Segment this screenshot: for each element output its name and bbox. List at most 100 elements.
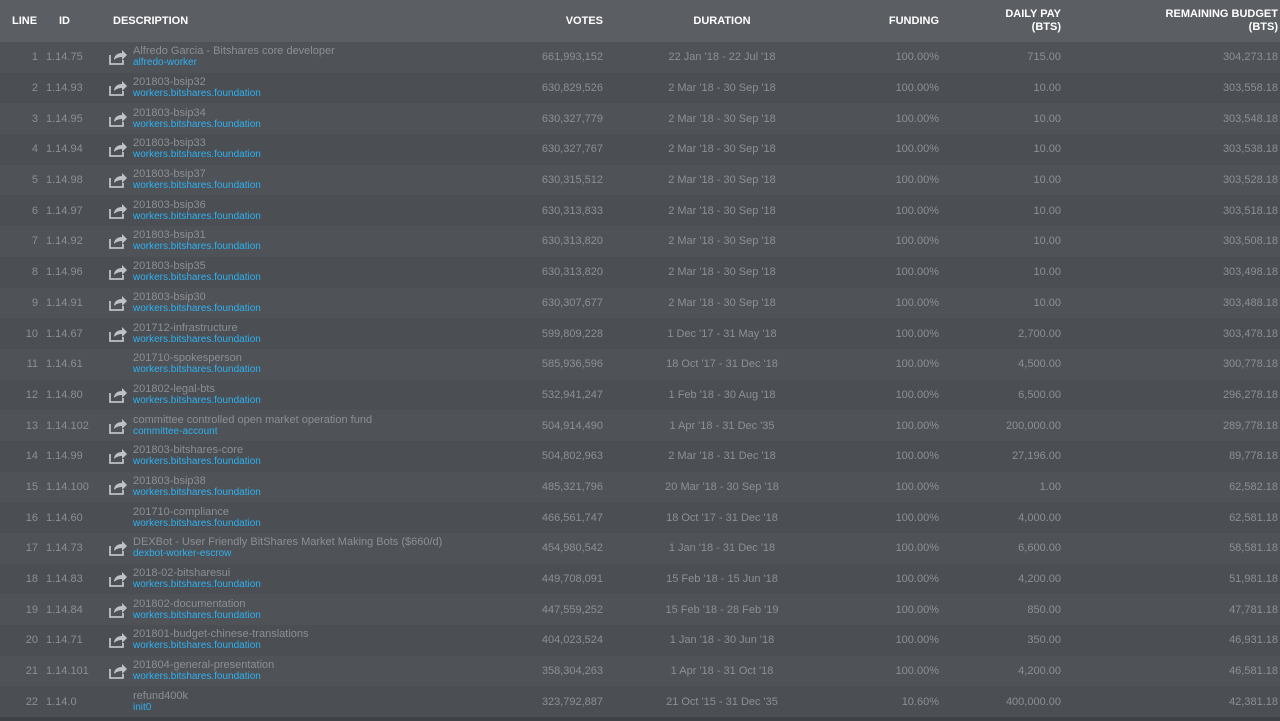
- worker-account-link[interactable]: workers.bitshares.foundation: [133, 487, 261, 498]
- row-line: 1: [31, 51, 38, 64]
- row-line: 19: [25, 603, 38, 616]
- row-remaining-budget: 51,981.18: [1229, 573, 1278, 586]
- row-daily-pay: 10.00: [1033, 82, 1061, 95]
- share-icon[interactable]: [107, 110, 129, 128]
- share-icon[interactable]: [107, 294, 129, 312]
- share-icon[interactable]: [107, 447, 129, 465]
- row-line: 2: [31, 82, 38, 95]
- row-line: 17: [25, 542, 38, 555]
- share-icon[interactable]: [107, 539, 129, 557]
- row-daily-pay: 4,500.00: [1018, 358, 1061, 371]
- row-funding: 100.00%: [895, 634, 939, 647]
- worker-account-link[interactable]: workers.bitshares.foundation: [133, 334, 261, 345]
- row-id: 1.14.101: [46, 665, 89, 678]
- row-line: 22: [25, 695, 38, 708]
- worker-account-link[interactable]: alfredo-worker: [133, 57, 335, 68]
- row-remaining-budget: 303,518.18: [1222, 204, 1278, 217]
- worker-account-link[interactable]: workers.bitshares.foundation: [133, 303, 261, 314]
- worker-account-link[interactable]: workers.bitshares.foundation: [133, 395, 261, 406]
- worker-name: refund400k: [133, 689, 189, 702]
- share-icon[interactable]: [107, 601, 129, 619]
- row-line: 16: [25, 511, 38, 524]
- worker-account-link[interactable]: workers.bitshares.foundation: [133, 671, 274, 682]
- share-icon[interactable]: [107, 232, 129, 250]
- row-funding: 100.00%: [895, 480, 939, 493]
- share-icon[interactable]: [107, 79, 129, 97]
- worker-account-link[interactable]: workers.bitshares.foundation: [133, 364, 261, 375]
- share-icon[interactable]: [107, 325, 129, 343]
- worker-name: 201803-bsip31: [133, 229, 206, 242]
- row-line: 21: [25, 665, 38, 678]
- share-icon[interactable]: [107, 171, 129, 189]
- row-funding: 100.00%: [895, 296, 939, 309]
- worker-account-link[interactable]: dexbot-worker-escrow: [133, 548, 442, 559]
- worker-account-link[interactable]: workers.bitshares.foundation: [133, 241, 261, 252]
- header-id[interactable]: ID: [42, 0, 107, 42]
- table-row: 19 1.14.84 201802-documentation workers.bit…: [0, 594, 1280, 626]
- horizontal-scrollbar[interactable]: [0, 717, 1280, 721]
- row-votes: 630,313,820: [541, 266, 603, 279]
- row-votes: 630,327,779: [541, 112, 603, 125]
- worker-account-link[interactable]: workers.bitshares.foundation: [133, 88, 261, 99]
- worker-account-link[interactable]: workers.bitshares.foundation: [133, 119, 261, 130]
- header-votes[interactable]: VOTES: [473, 0, 603, 42]
- worker-account-link[interactable]: workers.bitshares.foundation: [133, 579, 261, 590]
- row-remaining-budget: 296,278.18: [1222, 388, 1278, 401]
- worker-account-link[interactable]: workers.bitshares.foundation: [133, 456, 261, 467]
- worker-account-link[interactable]: workers.bitshares.foundation: [133, 272, 261, 283]
- row-funding: 100.00%: [895, 327, 939, 340]
- row-duration: 2 Mar '18 - 30 Sep '18: [668, 235, 776, 248]
- row-remaining-budget: 304,273.18: [1222, 51, 1278, 64]
- row-id: 1.14.96: [46, 266, 83, 279]
- row-remaining-budget: 303,498.18: [1222, 266, 1278, 279]
- worker-account-link[interactable]: init0: [133, 702, 188, 713]
- share-icon[interactable]: [107, 478, 129, 496]
- header-description[interactable]: DESCRIPTION: [107, 0, 473, 42]
- share-icon[interactable]: [107, 140, 129, 158]
- worker-account-link[interactable]: workers.bitshares.foundation: [133, 180, 261, 191]
- table-row: 8 1.14.96 201803-bsip35 workers.bitshares.f…: [0, 256, 1280, 288]
- row-duration: 1 Feb '18 - 30 Aug '18: [668, 388, 776, 401]
- worker-account-link[interactable]: workers.bitshares.foundation: [133, 640, 309, 651]
- row-funding: 100.00%: [895, 112, 939, 125]
- header-remaining-budget[interactable]: REMAINING BUDGET (BTS): [1061, 0, 1280, 42]
- row-id: 1.14.84: [46, 603, 83, 616]
- worker-account-link[interactable]: workers.bitshares.foundation: [133, 518, 261, 529]
- table-row: 6 1.14.97 201803-bsip36 workers.bitshares.f…: [0, 195, 1280, 227]
- row-id: 1.14.99: [46, 450, 83, 463]
- share-icon[interactable]: [107, 570, 129, 588]
- worker-name: 201710-spokesperson: [133, 352, 242, 365]
- share-icon[interactable]: [107, 48, 129, 66]
- header-line[interactable]: LINE: [0, 0, 42, 42]
- row-id: 1.14.67: [46, 327, 83, 340]
- table-row: 20 1.14.71 201801-budget-chinese-translati…: [0, 625, 1280, 656]
- row-remaining-budget: 58,581.18: [1229, 542, 1278, 555]
- row-daily-pay: 10.00: [1033, 112, 1061, 125]
- row-description: 201710-compliance workers.bitshares.found…: [107, 502, 473, 533]
- worker-name: 201710-compliance: [133, 505, 230, 518]
- row-duration: 2 Mar '18 - 30 Sep '18: [668, 82, 776, 95]
- row-daily-pay: 10.00: [1033, 174, 1061, 187]
- share-icon[interactable]: [107, 417, 129, 435]
- header-funding[interactable]: FUNDING: [841, 0, 939, 42]
- header-duration[interactable]: DURATION: [603, 0, 841, 42]
- share-icon[interactable]: [107, 631, 129, 649]
- share-icon[interactable]: [107, 386, 129, 404]
- row-id: 1.14.83: [46, 573, 83, 586]
- header-daily-pay[interactable]: DAILY PAY (BTS): [939, 0, 1061, 42]
- share-icon[interactable]: [107, 662, 129, 680]
- share-icon[interactable]: [107, 202, 129, 220]
- worker-account-link[interactable]: workers.bitshares.foundation: [133, 211, 261, 222]
- share-icon[interactable]: [107, 263, 129, 281]
- table-row: 3 1.14.95 201803-bsip34 workers.bitshares.f…: [0, 103, 1280, 135]
- row-duration: 22 Jan '18 - 22 Jul '18: [668, 51, 776, 64]
- table-header-row: LINE ID DESCRIPTION VOTES DURATION FUNDI…: [0, 0, 1280, 42]
- worker-account-link[interactable]: workers.bitshares.foundation: [133, 149, 261, 160]
- table-row: 10 1.14.67 201712-infrastructure workers.bi…: [0, 318, 1280, 349]
- worker-account-link[interactable]: workers.bitshares.foundation: [133, 610, 261, 621]
- row-id: 1.14.97: [46, 204, 83, 217]
- row-description: 201802-documentation workers.bitshares.fo…: [107, 594, 473, 625]
- row-daily-pay: 4,000.00: [1018, 511, 1061, 524]
- header-daily-pay-label: DAILY PAY: [1005, 8, 1061, 20]
- worker-account-link[interactable]: committee-account: [133, 426, 372, 437]
